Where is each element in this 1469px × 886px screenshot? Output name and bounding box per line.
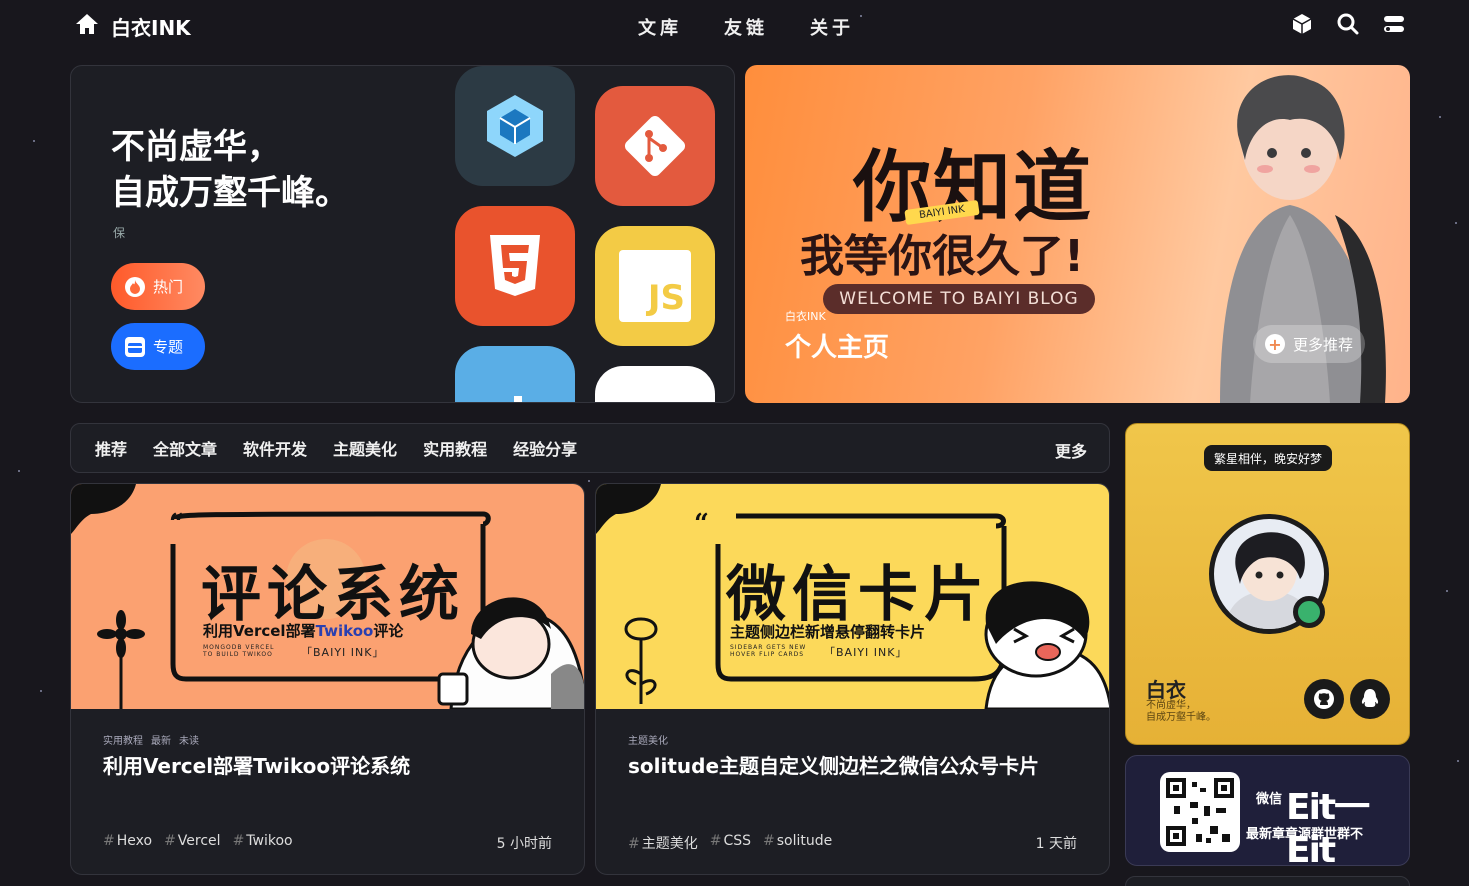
post-tags: # 主题美化 # CSS # solitude bbox=[628, 833, 832, 853]
profile-name: 白衣 bbox=[1146, 678, 1186, 702]
post-cover[interactable]: “ 微信卡片 主题侧边栏新增悬停翻转卡片 SIDEBAR GETS NEW HO… bbox=[596, 484, 1109, 709]
html5-icon bbox=[455, 206, 575, 326]
post-tag[interactable]: # solitude bbox=[763, 833, 832, 853]
post-tags: # Hexo # Vercel # Twikoo bbox=[103, 833, 293, 849]
hot-button-label: 热门 bbox=[153, 278, 184, 296]
category-all-posts[interactable]: 全部文章 bbox=[153, 436, 217, 460]
category-theme[interactable]: 主题美化 bbox=[333, 436, 397, 460]
nav-menu: 文库 友链 关于 bbox=[638, 14, 854, 40]
calendar-icon bbox=[125, 336, 145, 357]
cover-tag: 「BAIYI INK」 bbox=[301, 646, 385, 659]
cover-subtitle: 主题侧边栏新增悬停翻转卡片 bbox=[730, 623, 926, 641]
profile-card: 繁星相伴，晚安好梦 白衣 不尚虚华， 自成万壑千峰。 bbox=[1125, 423, 1410, 745]
nav-actions bbox=[1291, 13, 1405, 35]
wechat-subtitle: 最新章章源群世群不 bbox=[1246, 827, 1364, 842]
banner-subheadline: 我等你很久了! bbox=[800, 231, 1085, 282]
post-badge-newest: 最新 bbox=[151, 736, 171, 747]
post-tag[interactable]: # CSS bbox=[710, 833, 751, 853]
search-icon[interactable] bbox=[1337, 13, 1359, 35]
hot-button[interactable]: 热门 bbox=[111, 263, 205, 310]
post-tag[interactable]: # Hexo bbox=[103, 833, 152, 849]
wechat-label: 微信 bbox=[1256, 792, 1283, 807]
hero-slogan: 不尚虚华， 自成万壑千峰。 bbox=[111, 127, 349, 213]
banner-title: 个人主页 bbox=[785, 333, 890, 363]
more-recommend-label: 更多推荐 bbox=[1293, 335, 1354, 354]
fire-icon bbox=[125, 276, 145, 297]
post-tag[interactable]: # Twikoo bbox=[233, 833, 293, 849]
nav-item-friends[interactable]: 友链 bbox=[724, 14, 768, 40]
featured-banner[interactable]: 你知道 我等你很久了! BAIYI INK WELCOME TO BAIYI B… bbox=[745, 65, 1410, 403]
git-icon bbox=[595, 86, 715, 206]
cover-small-text: MONGODB VERCEL TO BUILD TWIKOO bbox=[203, 644, 275, 658]
category-experience[interactable]: 经验分享 bbox=[513, 436, 577, 460]
post-card[interactable]: “ 评论系统 利用Vercel部署Twikoo评论 MONGODB VERCEL… bbox=[70, 483, 585, 875]
cover-tag: 「BAIYI INK」 bbox=[824, 646, 908, 659]
hero-slogan-panel: 不尚虚华， 自成万壑千峰。 保 热门 专题 JS bbox=[70, 65, 735, 403]
post-meta: 主题美化 bbox=[628, 732, 668, 747]
cover-subtitle-post: 评论 bbox=[373, 622, 404, 640]
banner-label: 白衣INK bbox=[785, 310, 826, 323]
svg-text:“: “ bbox=[694, 509, 709, 539]
qr-code bbox=[1160, 772, 1240, 852]
nav-item-about[interactable]: 关于 bbox=[810, 14, 854, 40]
home-icon bbox=[75, 13, 99, 40]
post-title[interactable]: solitude主题自定义侧边栏之微信公众号卡片 bbox=[628, 750, 1039, 779]
cube-icon[interactable] bbox=[1291, 13, 1313, 35]
wechat-card[interactable]: 微信 Eit一Eit 最新章章源群世群不 bbox=[1125, 755, 1410, 866]
top-nav: 白衣INK 文库 友链 关于 bbox=[0, 0, 1469, 52]
github-icon[interactable] bbox=[1304, 679, 1344, 719]
post-tag[interactable]: # 主题美化 bbox=[628, 833, 698, 853]
wechat-headline: Eit一Eit bbox=[1286, 787, 1370, 866]
brand-name: 白衣INK bbox=[111, 16, 191, 40]
topic-button-label: 专题 bbox=[153, 338, 184, 356]
online-status-indicator bbox=[1293, 596, 1325, 628]
cover-title: 微信卡片 bbox=[726, 560, 990, 630]
post-cover[interactable]: “ 评论系统 利用Vercel部署Twikoo评论 MONGODB VERCEL… bbox=[71, 484, 584, 709]
docker-icon bbox=[455, 346, 575, 402]
cover-subtitle: 利用Vercel部署Twikoo评论 bbox=[203, 620, 403, 641]
flutter-icon bbox=[595, 366, 715, 402]
cover-subtitle-pre: 利用Vercel部署 bbox=[203, 622, 316, 640]
category-more[interactable]: 更多 bbox=[1055, 438, 1087, 462]
next-card-edge bbox=[1125, 876, 1410, 886]
profile-description: 不尚虚华， 自成万壑千峰。 bbox=[1146, 700, 1216, 723]
plus-icon: + bbox=[1265, 334, 1285, 354]
topic-button[interactable]: 专题 bbox=[111, 323, 205, 370]
cover-subtitle-highlight: Twikoo bbox=[315, 622, 374, 640]
category-bar: 推荐 全部文章 软件开发 主题美化 实用教程 经验分享 更多 bbox=[70, 423, 1110, 473]
more-recommend-button[interactable]: + 更多推荐 bbox=[1253, 325, 1365, 363]
post-card[interactable]: “ 微信卡片 主题侧边栏新增悬停翻转卡片 SIDEBAR GETS NEW HO… bbox=[595, 483, 1110, 875]
javascript-icon: JS bbox=[595, 226, 715, 346]
post-badge-unread: 未读 bbox=[179, 736, 199, 747]
post-meta: 实用教程 最新 未读 bbox=[103, 732, 199, 747]
category-recommend[interactable]: 推荐 bbox=[95, 436, 127, 460]
cover-small-text: SIDEBAR GETS NEW HOVER FLIP CARDS bbox=[730, 644, 807, 658]
qq-icon[interactable] bbox=[1350, 679, 1390, 719]
post-tag[interactable]: # Vercel bbox=[164, 833, 221, 849]
post-time: 1 天前 bbox=[1035, 836, 1077, 852]
toggle-icon[interactable] bbox=[1383, 13, 1405, 35]
svg-text:“: “ bbox=[169, 509, 184, 539]
webpack-icon bbox=[455, 66, 575, 186]
hero-slogan-sub: 保 bbox=[113, 226, 126, 240]
banner-welcome: WELCOME TO BAIYI BLOG bbox=[823, 284, 1095, 314]
post-title[interactable]: 利用Vercel部署Twikoo评论系统 bbox=[103, 750, 410, 779]
post-time: 5 小时前 bbox=[496, 836, 552, 852]
post-category[interactable]: 实用教程 bbox=[103, 732, 143, 747]
category-tutorial[interactable]: 实用教程 bbox=[423, 436, 487, 460]
nav-item-library[interactable]: 文库 bbox=[638, 14, 682, 40]
category-software-dev[interactable]: 软件开发 bbox=[243, 436, 307, 460]
post-category[interactable]: 主题美化 bbox=[628, 732, 668, 747]
greeting-badge: 繁星相伴，晚安好梦 bbox=[1204, 445, 1333, 471]
brand-link[interactable]: 白衣INK bbox=[75, 12, 191, 41]
